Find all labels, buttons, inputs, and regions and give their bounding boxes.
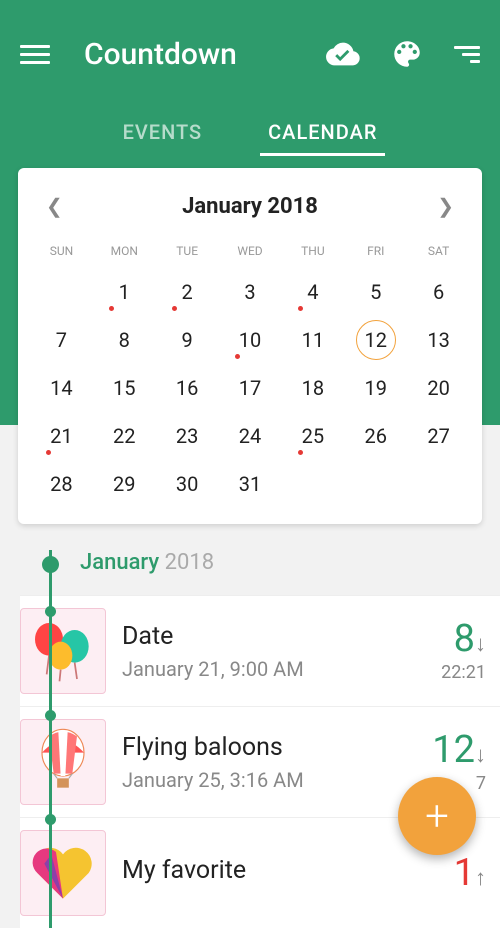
calendar-day (30, 268, 93, 316)
calendar-day[interactable]: 3 (219, 268, 282, 316)
event-countdown: 8↓ 22:21 (441, 620, 486, 683)
top-bar: Countdown (0, 0, 500, 108)
calendar-day[interactable]: 11 (281, 316, 344, 364)
event-icon-balloons (20, 608, 106, 694)
calendar-grid: SUNMONTUEWEDTHUFRISAT1234567891011121314… (30, 238, 470, 508)
timeline-month: January (80, 550, 159, 575)
cloud-check-icon[interactable] (326, 37, 360, 71)
countdown-time: 22:21 (441, 662, 486, 683)
calendar-day[interactable]: 15 (93, 364, 156, 412)
calendar-day[interactable]: 14 (30, 364, 93, 412)
calendar-day[interactable]: 26 (344, 412, 407, 460)
calendar-day[interactable]: 16 (156, 364, 219, 412)
calendar-day[interactable]: 28 (30, 460, 93, 508)
event-timeline: January 2018 Date January 21, 9:00 AM8↓ 22… (0, 550, 500, 928)
event-subtitle: January 25, 3:16 AM (122, 768, 432, 792)
calendar-day[interactable]: 9 (156, 316, 219, 364)
plus-icon: + (425, 792, 449, 841)
tab-bar: EVENTS CALENDAR (0, 108, 500, 156)
countdown-value: 8↓ (441, 620, 486, 658)
timeline-month-label: January 2018 (18, 550, 500, 595)
day-of-week-header: WED (219, 238, 282, 268)
event-dot (298, 450, 303, 455)
calendar-day[interactable]: 13 (407, 316, 470, 364)
add-event-fab[interactable]: + (398, 777, 476, 855)
event-title: My favorite (122, 856, 454, 885)
calendar-day[interactable]: 31 (219, 460, 282, 508)
event-title: Flying baloons (122, 733, 432, 762)
calendar-title: January 2018 (182, 194, 318, 219)
calendar-day[interactable]: 1 (93, 268, 156, 316)
calendar-day[interactable]: 6 (407, 268, 470, 316)
app-title: Countdown (84, 37, 326, 72)
event-countdown: 1↑ (454, 854, 486, 892)
calendar-card: ❮ January 2018 ❯ SUNMONTUEWEDTHUFRISAT12… (18, 168, 482, 524)
tab-calendar[interactable]: CALENDAR (260, 108, 385, 156)
direction-arrow-icon: ↓ (475, 632, 486, 657)
event-dot (46, 450, 51, 455)
calendar-day[interactable]: 22 (93, 412, 156, 460)
event-subtitle: January 21, 9:00 AM (122, 657, 441, 681)
calendar-day[interactable]: 23 (156, 412, 219, 460)
calendar-day[interactable]: 29 (93, 460, 156, 508)
direction-arrow-icon: ↑ (475, 866, 486, 891)
day-of-week-header: TUE (156, 238, 219, 268)
day-of-week-header: SAT (407, 238, 470, 268)
calendar-day (344, 460, 407, 508)
direction-arrow-icon: ↓ (475, 743, 486, 768)
calendar-day[interactable]: 12 (344, 316, 407, 364)
event-row[interactable]: Date January 21, 9:00 AM8↓ 22:21 (20, 595, 500, 706)
event-icon-hot-air-balloon (20, 719, 106, 805)
countdown-value: 12↓ (432, 731, 486, 769)
calendar-day (407, 460, 470, 508)
event-dot (235, 354, 240, 359)
event-dot (172, 306, 177, 311)
calendar-day[interactable]: 21 (30, 412, 93, 460)
calendar-day[interactable]: 7 (30, 316, 93, 364)
calendar-header: ❮ January 2018 ❯ (30, 184, 470, 238)
calendar-day[interactable]: 17 (219, 364, 282, 412)
timeline-dot (45, 606, 56, 617)
timeline-dot (42, 556, 59, 573)
tab-events[interactable]: EVENTS (115, 108, 211, 156)
event-dot (298, 306, 303, 311)
day-of-week-header: SUN (30, 238, 93, 268)
day-of-week-header: FRI (344, 238, 407, 268)
sort-icon[interactable] (454, 46, 480, 63)
calendar-day[interactable]: 20 (407, 364, 470, 412)
timeline-dot (45, 710, 56, 721)
countdown-value: 1↑ (454, 854, 486, 892)
next-month-button[interactable]: ❯ (433, 190, 458, 222)
calendar-day[interactable]: 5 (344, 268, 407, 316)
timeline-year: 2018 (165, 550, 214, 575)
menu-icon[interactable] (20, 45, 50, 64)
calendar-day[interactable]: 8 (93, 316, 156, 364)
event-body: Flying baloons January 25, 3:16 AM (122, 733, 432, 792)
calendar-day[interactable]: 18 (281, 364, 344, 412)
calendar-day[interactable]: 30 (156, 460, 219, 508)
event-dot (109, 306, 114, 311)
timeline-dot (45, 814, 56, 825)
day-of-week-header: THU (281, 238, 344, 268)
calendar-day[interactable]: 25 (281, 412, 344, 460)
calendar-day[interactable]: 4 (281, 268, 344, 316)
event-body: Date January 21, 9:00 AM (122, 622, 441, 681)
day-of-week-header: MON (93, 238, 156, 268)
calendar-day (281, 460, 344, 508)
palette-icon[interactable] (390, 37, 424, 71)
toolbar-icons (326, 37, 480, 71)
calendar-day[interactable]: 10 (219, 316, 282, 364)
prev-month-button[interactable]: ❮ (42, 190, 67, 222)
event-title: Date (122, 622, 441, 651)
event-icon-heart (20, 830, 106, 916)
calendar-day[interactable]: 2 (156, 268, 219, 316)
event-body: My favorite (122, 856, 454, 891)
calendar-day[interactable]: 24 (219, 412, 282, 460)
calendar-day[interactable]: 19 (344, 364, 407, 412)
calendar-day[interactable]: 27 (407, 412, 470, 460)
